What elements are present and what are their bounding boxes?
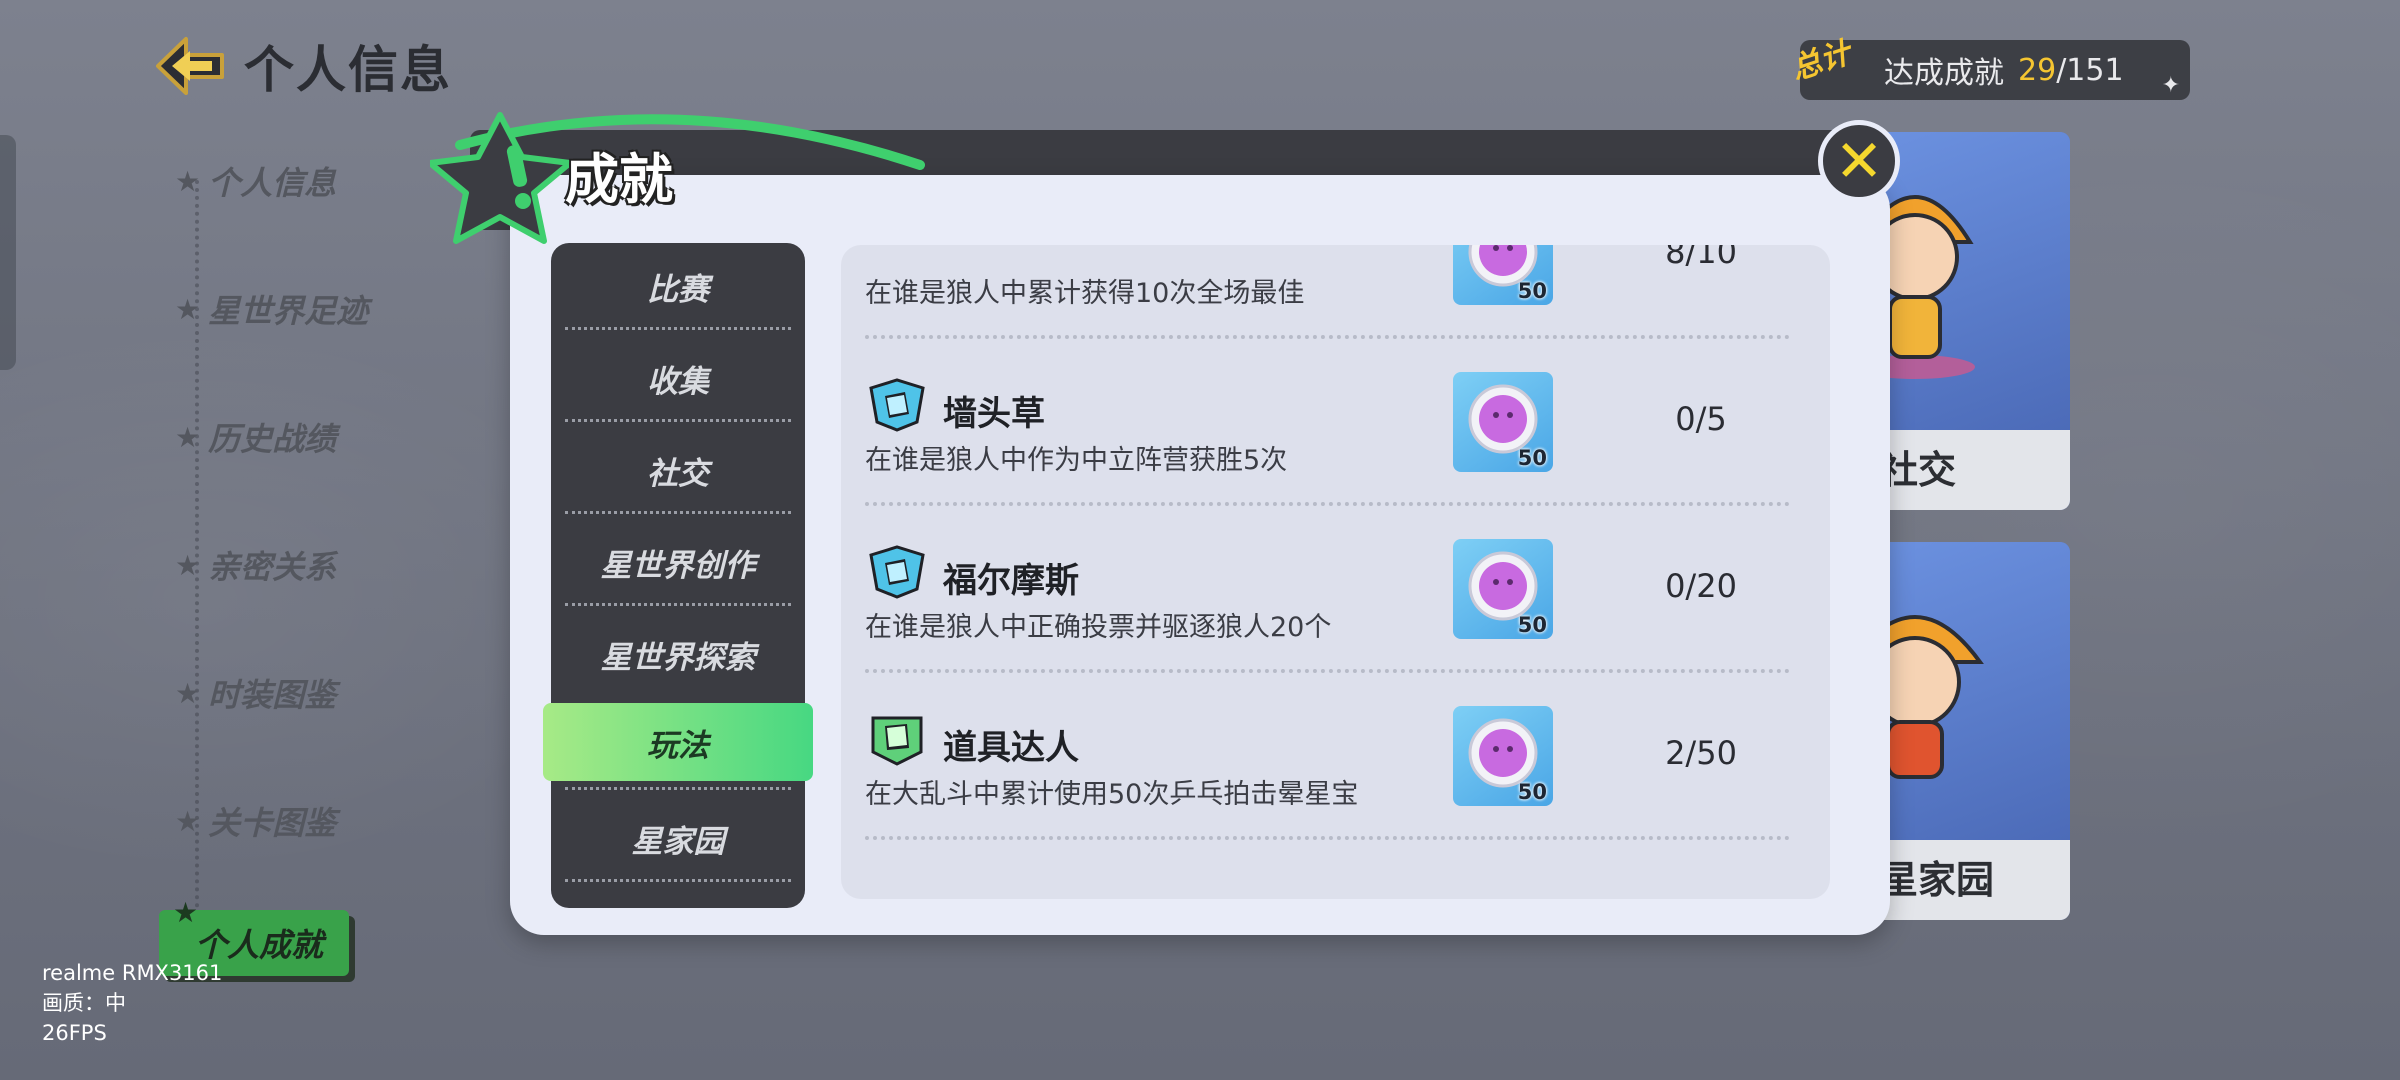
tab-star-world-create[interactable]: 星世界创作 [551,527,805,597]
tab-match[interactable]: 比赛 [551,251,805,321]
star-coin-icon [1468,718,1538,788]
tab-label: 收集 [647,363,709,400]
tab-collect[interactable]: 收集 [551,343,805,413]
tab-label: 星家园 [631,823,725,860]
star-icon: ★ [175,292,201,326]
side-item-label: 时装图鉴 [208,676,337,714]
category-tab-panel: 比赛 收集 社交 星世界创作 星世界探索 玩法 星家园 [543,243,813,908]
left-drawer-handle[interactable] [0,135,16,370]
back-arrow-icon[interactable] [150,31,230,101]
star-icon: ★ [173,896,199,929]
reward-amount: 50 [1517,279,1547,303]
page-title: 个人信息 [244,41,452,99]
reward-amount: 50 [1517,613,1547,637]
achievement-row: 在谁是狼人中累计获得10次全场最佳 50 8/10 [841,245,1830,342]
close-button[interactable]: ✕ [1818,120,1900,202]
achievement-progress: 8/10 [1665,245,1737,271]
side-item-label: 星世界足迹 [208,292,369,330]
achievement-row: 福尔摩斯 在谁是狼人中正确投票并驱逐狼人20个 50 0/20 [841,509,1830,676]
tab-star-world-explore[interactable]: 星世界探索 [551,619,805,689]
achievement-progress: 2/50 [1665,734,1737,772]
book-badge-icon [869,378,925,432]
total-achieved-count: 29 [2018,52,2057,88]
side-item-star-world-footprint[interactable]: ★ 星世界足迹 [175,286,368,332]
book-badge-icon [869,545,925,599]
achievement-description: 在大乱斗中累计使用50次乒乓拍击晕星宝 [865,779,1359,810]
row-divider [865,335,1790,339]
total-label: 达成成就 [1884,56,2004,91]
reward-tile[interactable]: 50 [1453,245,1553,305]
tab-gameplay[interactable]: 玩法 [543,703,813,781]
reward-tile[interactable]: 50 [1453,539,1553,639]
achievement-name: 墙头草 [943,394,1045,434]
tab-divider [565,879,791,882]
fps-counter: 26FPS [42,1021,107,1045]
page-header: 个人信息 [150,30,452,102]
tab-divider [565,787,791,790]
side-item-intimacy[interactable]: ★ 亲密关系 [175,542,336,588]
achievement-progress: 0/20 [1665,567,1737,605]
reward-amount: 50 [1517,780,1547,804]
tab-label: 社交 [647,455,709,492]
book-badge-icon [871,716,923,766]
total-achievements-badge: 总计 达成成就 29 / 151 ✦ [1787,35,2190,100]
modal-title-star-icon [427,112,925,244]
side-item-outfit-gallery[interactable]: ★ 时装图鉴 [175,670,336,716]
star-icon: ★ [175,804,201,838]
tab-divider [565,327,791,330]
tab-label: 星世界创作 [600,547,756,584]
row-divider [865,502,1790,506]
device-model: realme RMX3161 [42,961,223,985]
reward-amount: 50 [1517,446,1547,470]
modal-title: 成就 [565,148,673,211]
achievement-progress: 0/5 [1675,400,1727,438]
achievement-row: 墙头草 在谁是狼人中作为中立阵营获胜5次 50 0/5 [841,342,1830,509]
tab-label: 玩法 [647,727,709,764]
sparkle-icon: ✦ [2161,73,2180,98]
star-icon: ★ [175,676,201,710]
close-x-icon: ✕ [1834,127,1884,195]
tab-star-home[interactable]: 星家园 [551,803,805,873]
tab-label: 比赛 [647,271,709,308]
tab-divider [565,511,791,514]
achievement-name: 道具达人 [943,728,1079,768]
side-item-label: 历史战绩 [208,420,337,458]
row-divider [865,669,1790,673]
achievement-description: 在谁是狼人中作为中立阵营获胜5次 [865,445,1288,476]
total-max-count: 151 [2066,52,2124,88]
achievement-list[interactable]: 在谁是狼人中累计获得10次全场最佳 50 8/10 墙头草 在谁是狼人中作为中立… [841,245,1830,899]
graphics-quality: 画质：中 [42,991,126,1015]
total-separator: / [2056,52,2067,88]
tab-social[interactable]: 社交 [551,435,805,505]
side-item-level-gallery[interactable]: ★ 关卡图鉴 [175,798,336,844]
total-tag: 总计 [1787,35,1856,88]
side-item-personal-info[interactable]: ★ 个人信息 [175,158,336,204]
star-icon: ★ [175,164,201,198]
achievement-description: 在谁是狼人中累计获得10次全场最佳 [865,278,1305,309]
achievement-description: 在谁是狼人中正确投票并驱逐狼人20个 [865,612,1332,643]
side-item-label: 个人信息 [208,164,337,202]
reward-tile[interactable]: 50 [1453,706,1553,806]
side-item-label: 关卡图鉴 [208,804,337,842]
side-item-label: 亲密关系 [208,548,337,586]
star-icon: ★ [175,548,201,582]
tab-divider [565,419,791,422]
achievement-row: 道具达人 在大乱斗中累计使用50次乒乓拍击晕星宝 50 2/50 [841,676,1830,843]
reward-tile[interactable]: 50 [1453,372,1553,472]
row-divider [865,836,1790,840]
tab-divider [565,603,791,606]
star-icon: ★ [175,420,201,454]
side-item-match-history[interactable]: ★ 历史战绩 [175,414,336,460]
tab-label: 星世界探索 [600,639,756,676]
star-coin-icon [1468,551,1538,621]
star-coin-icon [1468,384,1538,454]
device-info-overlay: realme RMX3161 画质：中 26FPS [42,958,222,1048]
achievement-name: 福尔摩斯 [943,561,1079,601]
